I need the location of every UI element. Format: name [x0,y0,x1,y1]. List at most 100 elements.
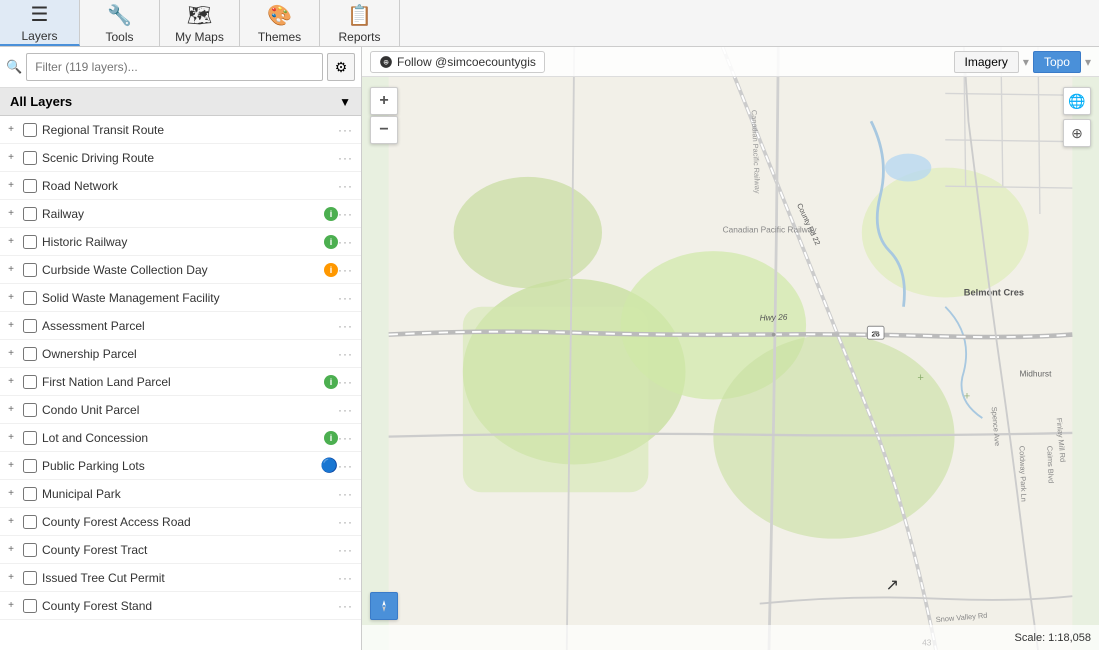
layer-checkbox[interactable] [23,543,37,557]
follow-button[interactable]: ⊕ Follow @simcoecountygis [370,51,545,73]
map-area[interactable]: Hwy 26 County Rd 22 26 Canadian Pacific … [362,47,1099,650]
layer-menu-button[interactable]: ··· [338,151,353,165]
layer-name: County Forest Tract [42,543,338,557]
layer-checkbox[interactable] [23,487,37,501]
layer-menu-button[interactable]: ··· [338,599,353,613]
layer-checkbox[interactable] [23,123,37,137]
filter-input[interactable] [26,53,323,81]
layer-expand-btn[interactable]: + [4,375,18,389]
layer-expand-btn[interactable]: + [4,235,18,249]
layer-menu-button[interactable]: ··· [338,347,353,361]
layer-menu-button[interactable]: ··· [338,207,353,221]
layer-item: + Solid Waste Management Facility ··· [0,284,361,312]
layer-item: + County Forest Access Road ··· [0,508,361,536]
layer-checkbox[interactable] [23,179,37,193]
layer-badge-green: i [324,431,338,445]
zoom-out-button[interactable]: − [370,116,398,144]
layer-name: County Forest Access Road [42,515,338,529]
layer-checkbox[interactable] [23,347,37,361]
mode-separator: ▾ [1023,55,1029,69]
layer-name: Regional Transit Route [42,123,338,137]
layer-checkbox[interactable] [23,403,37,417]
layer-menu-button[interactable]: ··· [338,431,353,445]
layer-name: Condo Unit Parcel [42,403,338,417]
toolbar-btn-themes[interactable]: 🎨 Themes [240,0,320,46]
layer-item: + Municipal Park ··· [0,480,361,508]
github-icon: ⊕ [379,55,393,69]
navigation-button[interactable] [370,592,398,620]
layer-checkbox[interactable] [23,571,37,585]
layer-expand-btn[interactable]: + [4,263,18,277]
layer-expand-btn[interactable]: + [4,179,18,193]
layer-menu-button[interactable]: ··· [338,571,353,585]
toolbar-btn-reports[interactable]: 📋 Reports [320,0,400,46]
layer-expand-btn[interactable]: + [4,207,18,221]
layer-menu-button[interactable]: ··· [338,179,353,193]
layer-expand-btn[interactable]: + [4,291,18,305]
layer-name: Curbside Waste Collection Day [42,263,320,277]
layer-expand-btn[interactable]: + [4,543,18,557]
layer-name: Assessment Parcel [42,319,338,333]
layers-header-label: All Layers [10,94,72,109]
layer-checkbox[interactable] [23,375,37,389]
layer-expand-btn[interactable]: + [4,599,18,613]
svg-text:+: + [917,372,924,384]
layer-expand-btn[interactable]: + [4,319,18,333]
layer-expand-btn[interactable]: + [4,123,18,137]
toolbar-btn-my-maps[interactable]: 🗺 My Maps [160,0,240,46]
locate-button[interactable]: ⊕ [1063,119,1091,147]
zoom-in-button[interactable]: + [370,87,398,115]
layer-expand-btn[interactable]: + [4,459,18,473]
layer-menu-button[interactable]: ··· [338,403,353,417]
layer-menu-button[interactable]: ··· [338,123,353,137]
layer-name: Railway [42,207,320,221]
layers-header-chevron[interactable]: ▼ [339,95,351,109]
themes-label: Themes [258,30,301,44]
tools-icon: 🔧 [107,3,132,28]
layer-expand-btn[interactable]: + [4,151,18,165]
layer-item: + Assessment Parcel ··· [0,312,361,340]
layer-expand-btn[interactable]: + [4,403,18,417]
filter-settings-button[interactable]: ⚙ [327,53,355,81]
topo-mode-button[interactable]: Topo [1033,51,1081,73]
globe-button[interactable]: 🌐 [1063,87,1091,115]
layer-menu-button[interactable]: ··· [338,459,353,473]
layer-checkbox[interactable] [23,291,37,305]
layer-item: + Historic Railway i ··· [0,228,361,256]
my-maps-icon: 🗺 [187,3,212,28]
toolbar-btn-layers[interactable]: ☰ Layers [0,0,80,46]
layer-menu-button[interactable]: ··· [338,291,353,305]
layer-checkbox[interactable] [23,431,37,445]
toolbar-btn-tools[interactable]: 🔧 Tools [80,0,160,46]
layer-menu-button[interactable]: ··· [338,375,353,389]
layer-expand-btn[interactable]: + [4,347,18,361]
layer-name: Ownership Parcel [42,347,338,361]
layer-item: + Road Network ··· [0,172,361,200]
layer-expand-btn[interactable]: + [4,571,18,585]
scale-label: Scale: 1:18,058 [1015,632,1091,644]
layer-checkbox[interactable] [23,235,37,249]
compass-icon [377,599,391,613]
layer-menu-button[interactable]: ··· [338,319,353,333]
layer-checkbox[interactable] [23,263,37,277]
left-panel: 🔍 ⚙ All Layers ▼ + Regional Transit Rout… [0,47,362,650]
layer-checkbox[interactable] [23,151,37,165]
layer-name: Municipal Park [42,487,338,501]
layer-info-button[interactable]: 🔵 [321,457,338,474]
layer-menu-button[interactable]: ··· [338,515,353,529]
layer-expand-btn[interactable]: + [4,487,18,501]
layer-checkbox[interactable] [23,319,37,333]
layer-checkbox[interactable] [23,459,37,473]
layer-menu-button[interactable]: ··· [338,235,353,249]
layer-menu-button[interactable]: ··· [338,487,353,501]
reports-label: Reports [338,30,380,44]
layer-expand-btn[interactable]: + [4,431,18,445]
layer-menu-button[interactable]: ··· [338,263,353,277]
imagery-mode-button[interactable]: Imagery [954,51,1019,73]
layer-checkbox[interactable] [23,599,37,613]
layer-item: + County Forest Tract ··· [0,536,361,564]
layer-expand-btn[interactable]: + [4,515,18,529]
layer-checkbox[interactable] [23,515,37,529]
layer-menu-button[interactable]: ··· [338,543,353,557]
layer-checkbox[interactable] [23,207,37,221]
